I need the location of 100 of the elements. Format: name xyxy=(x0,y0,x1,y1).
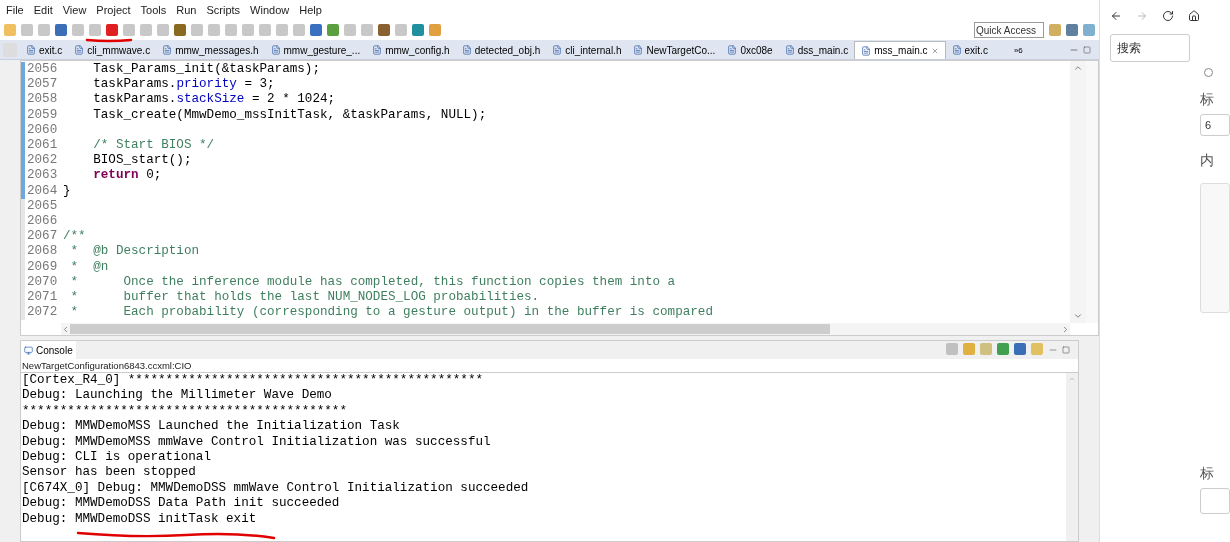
radio-button[interactable] xyxy=(1204,68,1213,77)
console-line: Debug: CLI is operational xyxy=(22,450,211,466)
toolbar-icon[interactable] xyxy=(1014,343,1026,355)
toolbar-icon[interactable] xyxy=(310,24,322,36)
close-icon xyxy=(930,46,939,55)
forward-icon[interactable] xyxy=(1136,10,1148,22)
editor-tab[interactable]: mmw_messages.h xyxy=(156,41,265,59)
toolbar-icon[interactable] xyxy=(259,24,271,36)
scroll-up-icon[interactable] xyxy=(1073,63,1083,73)
code-line: * Once the inference module has completed, this function copies them into a xyxy=(69,274,676,291)
toolbar-icon[interactable] xyxy=(1083,24,1095,36)
toolbar-icon[interactable] xyxy=(1066,24,1078,36)
home-icon[interactable] xyxy=(1188,10,1200,22)
back-icon[interactable] xyxy=(1110,10,1122,22)
menu-item[interactable]: File xyxy=(6,1,24,19)
file-icon xyxy=(861,45,872,56)
toolbar-icon[interactable] xyxy=(327,24,339,36)
menu-item[interactable]: Window xyxy=(250,1,290,19)
menu-item[interactable]: Run xyxy=(176,1,197,19)
line-number: 2064 xyxy=(26,183,59,199)
editor-tab[interactable]: detected_obj.h xyxy=(455,41,547,59)
toolbar-icon[interactable] xyxy=(963,343,975,355)
quick-access-field[interactable]: Quick Access xyxy=(974,22,1044,38)
toolbar-icon[interactable] xyxy=(225,24,237,36)
code-line: taskParams.stackSize = 2 * 1024; xyxy=(92,92,336,108)
toolbar-icon[interactable] xyxy=(344,24,356,36)
toolbar-icon[interactable] xyxy=(191,24,203,36)
console-line: [C674X_0] Debug: MMWDemoDSS mmWave Control Initialization succeeded xyxy=(22,480,529,497)
editor-tab[interactable]: mmw_config.h xyxy=(366,41,456,59)
code-line: BIOS_start(); xyxy=(92,153,192,169)
editor-tab[interactable]: cli_mmwave.c xyxy=(68,41,157,59)
line-number: 2058 xyxy=(26,92,59,108)
line-number: 2057 xyxy=(26,77,59,93)
console-line: [Cortex_R4_0] *********************************************** xyxy=(22,373,483,389)
toolbar-icon[interactable] xyxy=(89,24,101,36)
code-line: Task_Params_init(&taskParams); xyxy=(92,62,320,78)
scroll-down-icon[interactable] xyxy=(1073,311,1083,321)
editor-tab[interactable]: cli_internal.h xyxy=(546,41,628,59)
toolbar-icon[interactable] xyxy=(157,24,169,36)
toolbar-icon[interactable] xyxy=(4,24,16,36)
toolbar-icon[interactable] xyxy=(429,24,441,36)
toolbar-icon[interactable] xyxy=(361,24,373,36)
code-line: * @n xyxy=(69,259,109,275)
editor-tab[interactable]: 0xc08e xyxy=(721,41,779,59)
menu-item[interactable]: View xyxy=(62,1,87,19)
value-field[interactable]: 6 xyxy=(1200,114,1230,136)
code-line: * buffer that holds the last NUM_NODES_LOG probabilities. xyxy=(69,290,540,306)
toolbar-icon[interactable] xyxy=(242,24,254,36)
toolbar-icon[interactable] xyxy=(997,343,1009,355)
scroll-left-icon[interactable] xyxy=(61,324,70,334)
scroll-up-icon[interactable] xyxy=(1068,375,1076,383)
line-number: 2060 xyxy=(26,122,59,138)
console-icon xyxy=(24,345,33,355)
toolbar-icon[interactable] xyxy=(293,24,305,36)
toolbar-icon[interactable] xyxy=(140,24,152,36)
toolbar-icon[interactable] xyxy=(395,24,407,36)
menu-item[interactable]: Tools xyxy=(140,1,167,19)
toolbar-icon[interactable] xyxy=(21,24,33,36)
search-field[interactable]: 搜索 xyxy=(1110,34,1190,62)
toolbar-icon[interactable] xyxy=(55,24,67,36)
code-line: Task_create(MmwDemo_mssInitTask, &taskParams, NULL); xyxy=(92,107,487,123)
overflow-count[interactable]: »6 xyxy=(1013,45,1023,57)
editor-tab[interactable]: dss_main.c xyxy=(778,41,855,59)
line-number: 2071 xyxy=(26,290,59,306)
editor-tab[interactable]: exit.c xyxy=(945,41,994,59)
line-number: 2063 xyxy=(26,168,59,184)
toolbar-icon[interactable] xyxy=(38,24,50,36)
menu-item[interactable]: Edit xyxy=(33,1,53,19)
toolbar-icon[interactable] xyxy=(174,24,186,36)
horizontal-scrollbar[interactable] xyxy=(61,323,1070,335)
toolbar-icon[interactable] xyxy=(208,24,220,36)
line-number: 2072 xyxy=(26,305,59,321)
toolbar-icon[interactable] xyxy=(276,24,288,36)
maximize-icon xyxy=(1083,46,1091,54)
file-icon xyxy=(784,45,795,55)
line-number: 2068 xyxy=(26,244,59,260)
editor-tab[interactable]: mmw_gesture_... xyxy=(264,41,367,59)
scroll-right-icon[interactable] xyxy=(1061,324,1070,334)
refresh-icon[interactable] xyxy=(1162,10,1174,22)
menu-item[interactable]: Scripts xyxy=(206,1,241,19)
menu-item[interactable]: Project xyxy=(96,1,131,19)
line-number: 2065 xyxy=(26,198,59,215)
input-field[interactable] xyxy=(1200,488,1230,514)
line-number: 2056 xyxy=(26,62,59,78)
toolbar-icon[interactable] xyxy=(72,24,84,36)
toolbar-icon[interactable] xyxy=(106,24,118,36)
console-tab[interactable]: Console xyxy=(21,341,76,359)
editor-tab[interactable]: NewTargetCo... xyxy=(627,41,722,59)
toolbar-icon[interactable] xyxy=(123,24,135,36)
editor-tab[interactable]: exit.c xyxy=(20,41,69,59)
file-icon xyxy=(372,45,383,55)
menu-item[interactable]: Help xyxy=(299,1,322,19)
toolbar-icon[interactable] xyxy=(378,24,390,36)
vertical-scrollbar[interactable] xyxy=(1066,373,1078,541)
code-line: * Each probability (corresponding to a gesture output) in the buffer is compared xyxy=(69,305,713,321)
editor-tab[interactable]: mss_main.c xyxy=(854,41,946,59)
annotation-underline xyxy=(85,37,133,43)
toolbar-icon[interactable] xyxy=(412,24,424,36)
toolbar-icon[interactable] xyxy=(1049,24,1061,36)
vertical-scrollbar[interactable] xyxy=(1070,61,1086,323)
